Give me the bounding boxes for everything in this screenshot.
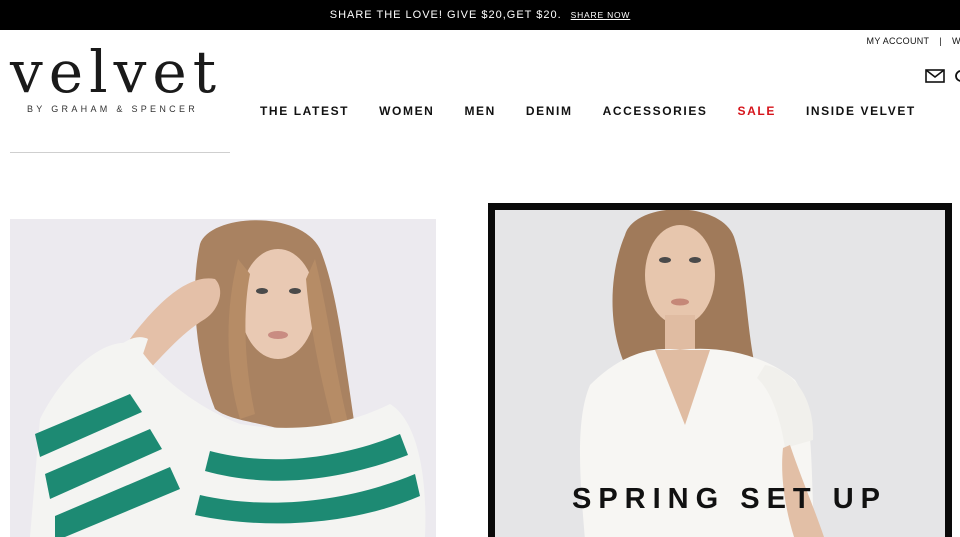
hero-spring-image: SPRING SET UP	[495, 210, 945, 537]
promo-text: SHARE THE LOVE! GIVE $20,GET $20.	[329, 9, 562, 21]
nav-women[interactable]: WOMEN	[379, 104, 434, 118]
nav-the-latest[interactable]: THE LATEST	[260, 104, 349, 118]
nav-inside-velvet[interactable]: INSIDE VELVET	[806, 104, 916, 118]
header-icons	[925, 69, 960, 83]
logo-divider	[10, 152, 230, 153]
my-account-link[interactable]: MY ACCOUNT	[867, 36, 930, 46]
logo-wordmark: velvet	[10, 38, 223, 106]
hero-caption: SPRING SET UP	[572, 483, 887, 515]
mail-icon[interactable]	[925, 69, 945, 83]
wishlist-link[interactable]: W	[952, 36, 960, 46]
hero-spring-set-up[interactable]: SPRING SET UP	[488, 203, 952, 537]
brand-logo[interactable]: velvet BY GRAHAM & SPENCER	[10, 42, 230, 114]
search-icon[interactable]	[954, 69, 960, 83]
nav-men[interactable]: MEN	[464, 104, 495, 118]
nav-accessories[interactable]: ACCESSORIES	[603, 104, 708, 118]
utility-links: MY ACCOUNT | W	[867, 36, 960, 46]
hero-image-striped-sweater[interactable]	[10, 219, 436, 537]
promo-bar: SHARE THE LOVE! GIVE $20,GET $20. SHARE …	[0, 0, 960, 30]
logo-tagline: BY GRAHAM & SPENCER	[27, 104, 199, 114]
nav-denim[interactable]: DENIM	[526, 104, 573, 118]
nav-sale[interactable]: SALE	[738, 104, 776, 118]
utility-separator: |	[939, 36, 942, 46]
main-nav: THE LATEST WOMEN MEN DENIM ACCESSORIES S…	[260, 104, 946, 118]
share-now-link[interactable]: SHARE NOW	[571, 10, 631, 20]
